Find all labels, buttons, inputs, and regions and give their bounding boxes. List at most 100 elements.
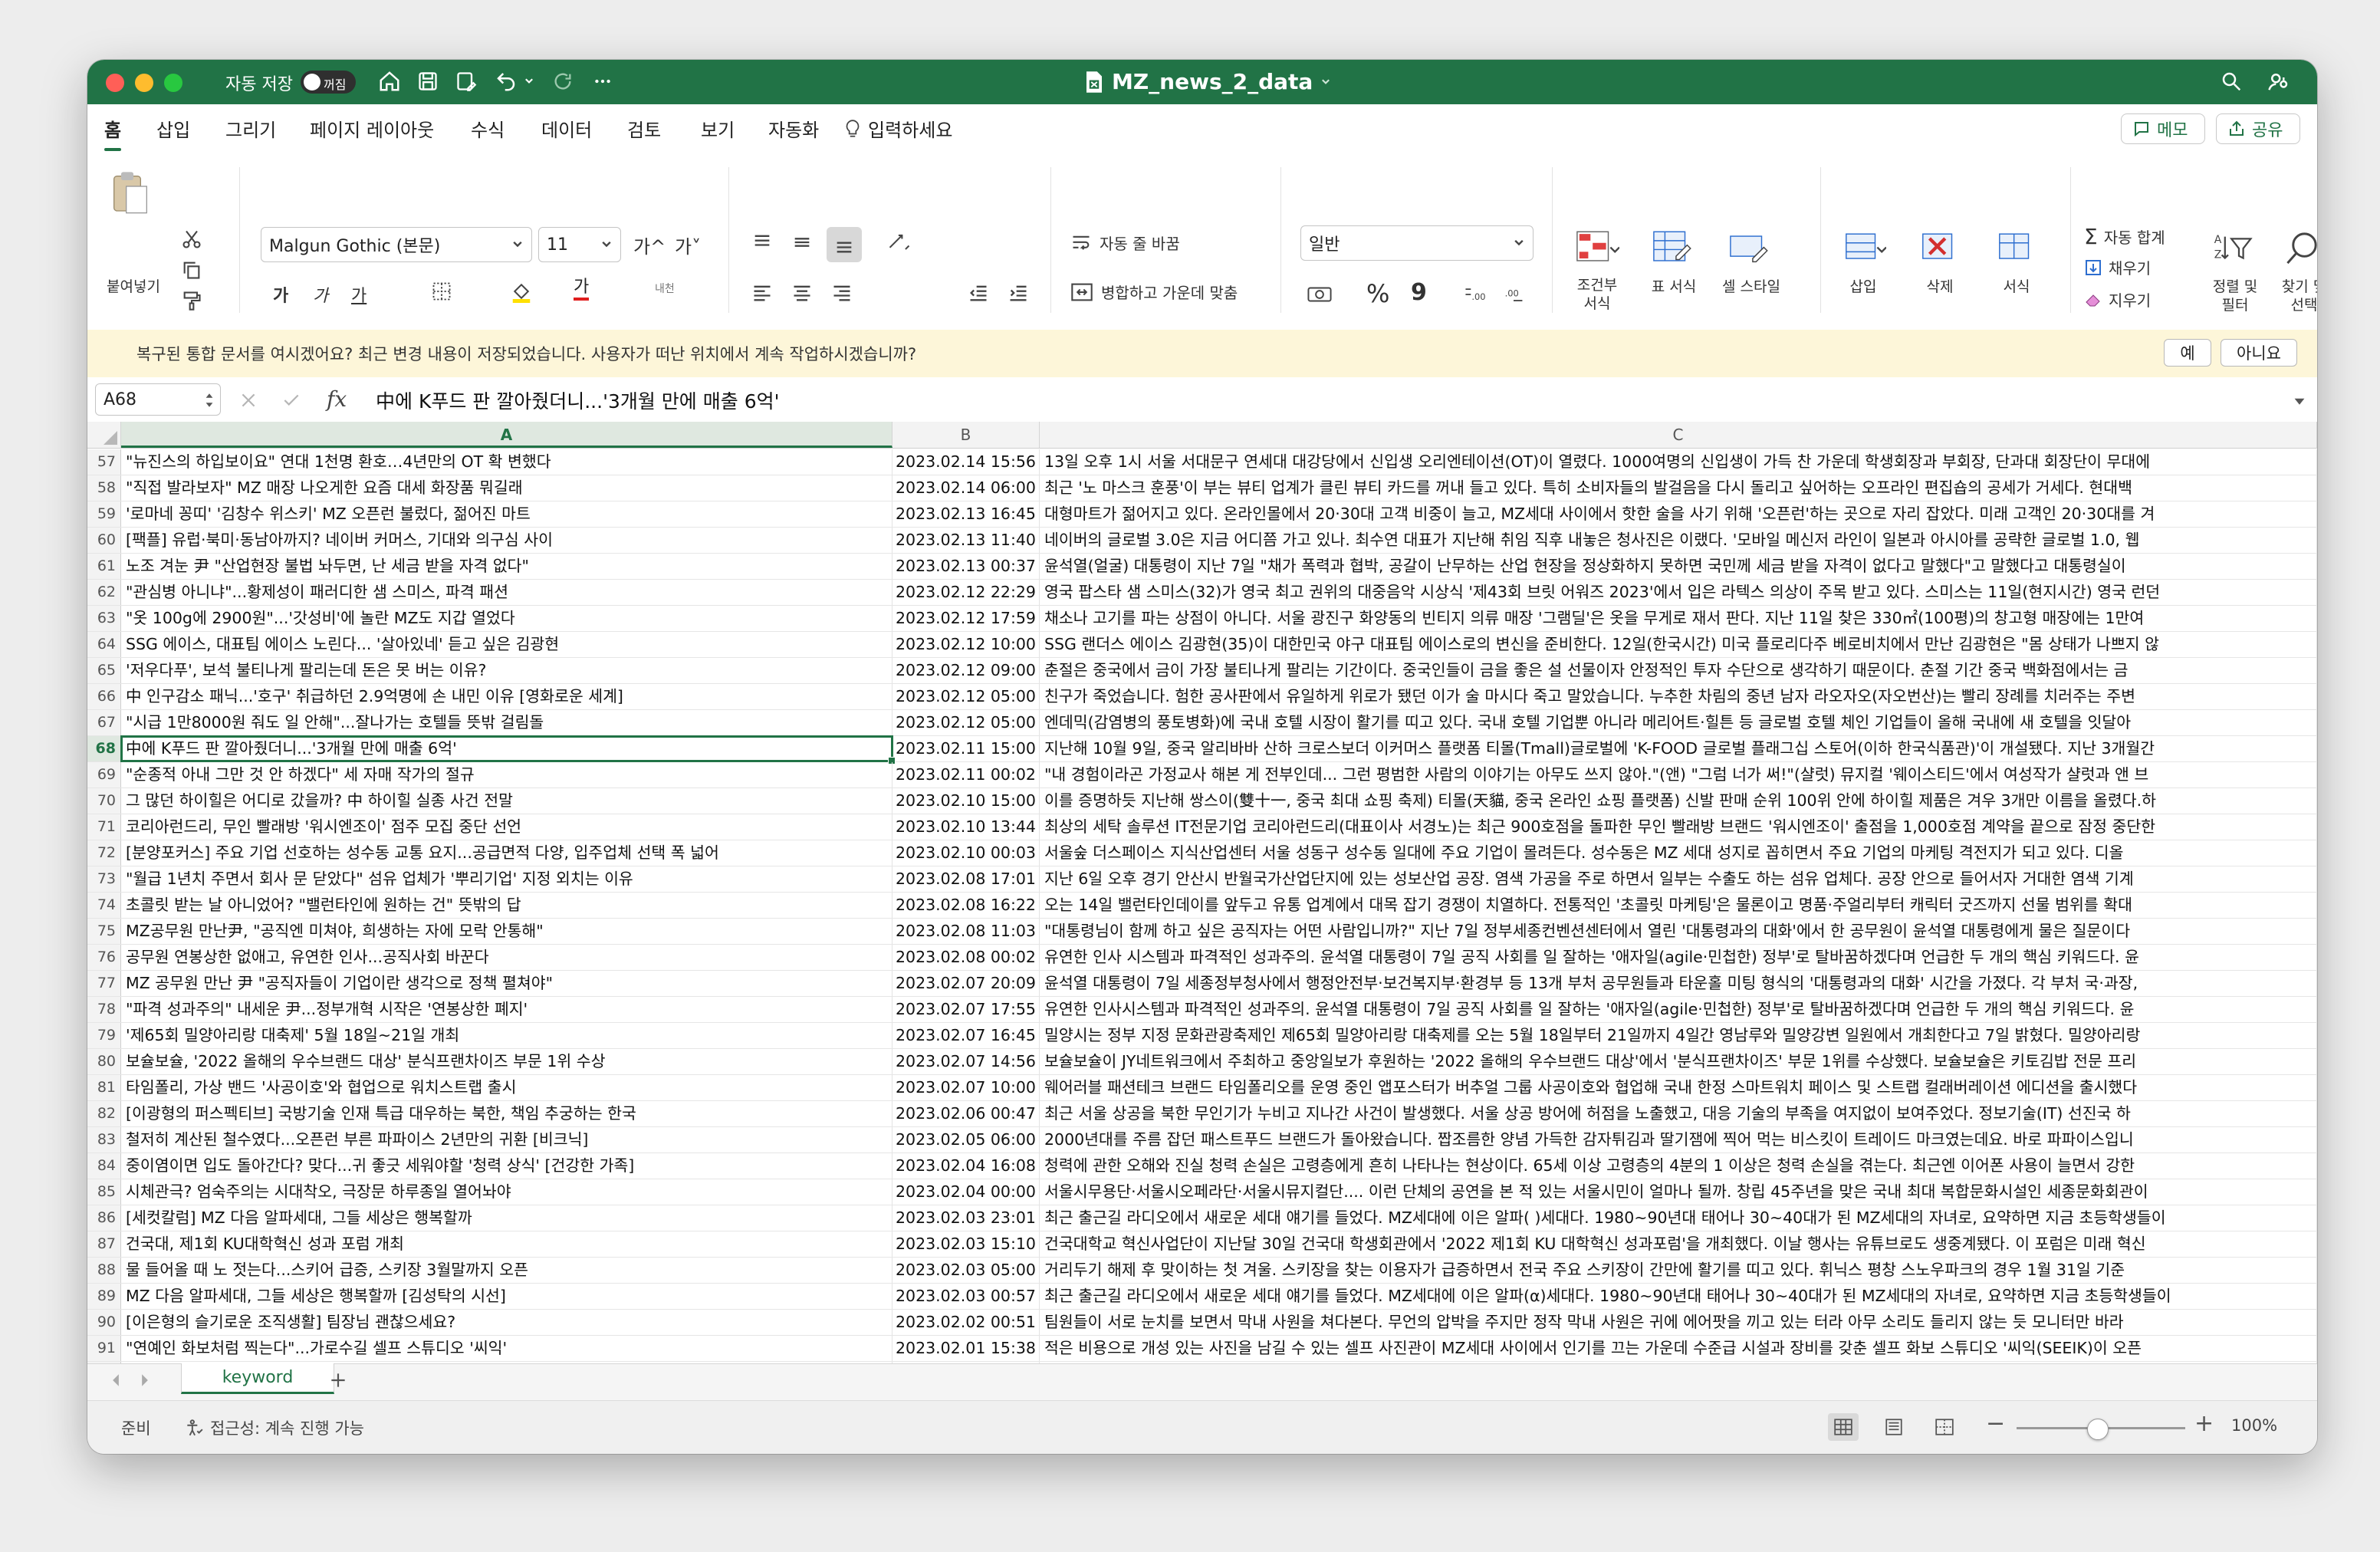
cell-content[interactable]: 보슐보슐이 JY네트워크에서 주최하고 중앙일보가 후원하는 '2022 올해의… [1040, 1049, 2317, 1074]
cell-title[interactable]: 中 인구감소 패닉...'호구' 취급하던 2.9억명에 손 내민 이유 [영화… [121, 684, 893, 709]
cell-styles-icon[interactable] [1724, 225, 1777, 271]
shrink-font-button[interactable]: 가˅ [675, 232, 701, 258]
next-sheet-icon[interactable] [133, 1369, 156, 1392]
recovery-yes-button[interactable]: 예 [2164, 339, 2211, 367]
cell-date[interactable]: 2023.02.11 15:00 [893, 736, 1040, 761]
cell-date[interactable]: 2023.02.10 15:00 [893, 788, 1040, 814]
cell-title[interactable]: "관심병 아니냐"...황제성이 패러디한 샘 스미스, 파격 패션 [121, 580, 893, 605]
cell-content[interactable]: 웨어러블 패션테크 브랜드 타임폴리오를 운영 중인 앱포스터가 버추얼 그룹 … [1040, 1075, 2317, 1100]
name-box[interactable]: A68 [95, 383, 221, 416]
underline-button[interactable]: 가 [351, 282, 367, 307]
sheet-tab-keyword[interactable]: keyword [181, 1363, 334, 1394]
cell-title[interactable]: 그 많던 하이힐은 어디로 갔을까? 中 하이힐 실종 사건 전말 [121, 788, 893, 814]
column-header-a[interactable]: A [121, 422, 893, 448]
row-header[interactable]: 83 [87, 1127, 121, 1152]
orientation-icon[interactable] [880, 227, 919, 258]
normal-view-icon[interactable] [1828, 1413, 1859, 1441]
cell-content[interactable]: 적은 비용으로 개성 있는 사진을 남길 수 있는 셀프 사진관이 MZ세대 사… [1040, 1336, 2317, 1361]
paste-icon[interactable] [107, 166, 153, 219]
row-header[interactable]: 91 [87, 1336, 121, 1361]
cell-date[interactable]: 2023.02.12 05:00 [893, 710, 1040, 735]
zoom-out-icon[interactable]: − [1986, 1410, 2005, 1437]
row-header[interactable]: 78 [87, 997, 121, 1022]
share-button[interactable]: 공유 [2216, 113, 2300, 144]
row-header[interactable]: 60 [87, 528, 121, 553]
cell-title[interactable]: 보슐보슐, '2022 올해의 우수브랜드 대상' 분식프랜차이즈 부문 1위 … [121, 1049, 893, 1074]
cell-date[interactable]: 2023.02.01 15:38 [893, 1336, 1040, 1361]
tab-review[interactable]: 검토 [627, 115, 661, 142]
cell-date[interactable]: 2023.02.07 17:55 [893, 997, 1040, 1022]
cell-content[interactable]: 이를 증명하듯 지난해 쌍스이(雙十一, 중국 최대 쇼핑 축제) 티몰(天貓,… [1040, 788, 2317, 814]
cell-date[interactable]: 2023.02.12 05:00 [893, 684, 1040, 709]
cell-date[interactable]: 2023.02.04 00:00 [893, 1179, 1040, 1205]
cell-title[interactable]: 中에 K푸드 판 깔아줬더니...'3개월 만에 매출 6억' [121, 736, 893, 761]
row-header[interactable]: 79 [87, 1023, 121, 1048]
cell-title[interactable]: "옷 100g에 2900원"...'갓성비'에 놀란 MZ도 지갑 열었다 [121, 606, 893, 631]
cell-title[interactable]: 공무원 연봉상한 없애고, 유연한 인사...공직사회 바꾼다 [121, 945, 893, 970]
row-header[interactable]: 68 [87, 736, 121, 761]
insert-cells-icon[interactable] [1837, 225, 1891, 271]
cell-title[interactable]: MZ 다음 알파세대, 그들 세상은 행복할까 [김성탁의 시선] [121, 1284, 893, 1309]
cell-date[interactable]: 2023.02.07 20:09 [893, 971, 1040, 996]
row-header[interactable]: 88 [87, 1258, 121, 1283]
tab-home[interactable]: 홈 [104, 115, 122, 151]
delete-cells-icon[interactable] [1914, 225, 1967, 271]
cell-title[interactable]: '제65회 밀양아리랑 대축제' 5월 18일~21일 개최 [121, 1023, 893, 1048]
cell-content[interactable]: 대형마트가 젊어지고 있다. 온라인몰에서 20·30대 고객 비중이 늘고, … [1040, 501, 2317, 527]
cell-content[interactable]: 최근 출근길 라디오에서 새로운 세대 얘기를 들었다. MZ세대에 이은 알파… [1040, 1205, 2317, 1231]
align-top-icon[interactable] [747, 227, 777, 258]
cell-content[interactable]: 유연한 인사시스템과 파격적인 성과주의. 윤석열 대통령이 7일 공직 사회를… [1040, 997, 2317, 1022]
add-sheet-icon[interactable] [319, 1367, 357, 1393]
cell-content[interactable]: 친구가 죽었습니다. 험한 공사판에서 유일하게 위로가 됐던 이가 술 마시다… [1040, 684, 2317, 709]
cell-title[interactable]: "월급 1년치 주면서 회사 문 닫았다" 섬유 업체가 '뿌리기업' 지정 외… [121, 866, 893, 892]
row-header[interactable]: 62 [87, 580, 121, 605]
row-header[interactable]: 80 [87, 1049, 121, 1074]
cell-content[interactable]: "내 경험이라곤 가정교사 해본 게 전부인데... 그런 평범한 사람의 이야… [1040, 762, 2317, 788]
tab-page-layout[interactable]: 페이지 레이아웃 [310, 115, 434, 142]
cell-content[interactable]: 서울시무용단·서울시오페라단·서울시뮤지컬단.... 이런 단체의 공연을 본 … [1040, 1179, 2317, 1205]
cell-content[interactable]: 오는 14일 밸런타인데이를 앞두고 유통 업계에서 대목 잡기 경쟁이 치열하… [1040, 893, 2317, 918]
percent-button[interactable]: % [1366, 279, 1389, 308]
align-center-icon[interactable] [787, 278, 817, 308]
comma-style-button[interactable]: 9 [1411, 279, 1427, 306]
conditional-formatting-icon[interactable] [1570, 225, 1624, 271]
tell-me-box[interactable]: 입력하세요 [843, 115, 952, 142]
close-window-button[interactable] [106, 74, 124, 92]
font-size-select[interactable]: 11 [538, 227, 621, 262]
copy-icon[interactable] [178, 256, 205, 284]
previous-sheet-icon[interactable] [104, 1369, 127, 1392]
cell-date[interactable]: 2023.02.04 16:08 [893, 1153, 1040, 1179]
cell-title[interactable]: 철저히 계산된 철수였다...오픈런 부른 파파이스 2년만의 귀환 [비크닉] [121, 1127, 893, 1152]
cell-date[interactable]: 2023.02.07 14:56 [893, 1049, 1040, 1074]
zoom-slider[interactable] [2017, 1419, 2185, 1440]
align-bottom-icon[interactable] [827, 227, 862, 262]
autosave-toggle[interactable]: 꺼짐 [301, 71, 356, 94]
cell-date[interactable]: 2023.02.14 15:56 [893, 449, 1040, 475]
cell-content[interactable]: 채소나 고기를 파는 상점이 아니다. 서울 광진구 화양동의 빈티지 의류 매… [1040, 606, 2317, 631]
increase-indent-icon[interactable] [1003, 278, 1034, 308]
cell-title[interactable]: "직접 발라보자" MZ 매장 나오게한 요즘 대세 화장품 뭐길래 [121, 475, 893, 501]
cell-title[interactable]: "시급 1만8000원 줘도 일 안해"...잘나가는 호텔들 뜻밖 걸림돌 [121, 710, 893, 735]
cell-title[interactable]: MZ공무원 만난尹, "공직엔 미쳐야, 희생하는 자에 모락 안통해" [121, 919, 893, 944]
row-header[interactable]: 57 [87, 449, 121, 475]
cell-date[interactable]: 2023.02.06 00:47 [893, 1101, 1040, 1126]
cell-content[interactable]: 윤석열 대통령이 7일 세종정부청사에서 행정안전부·보건복지부·환경부 등 1… [1040, 971, 2317, 996]
row-header[interactable]: 67 [87, 710, 121, 735]
align-right-icon[interactable] [827, 278, 857, 308]
cell-content[interactable]: 최근 '노 마스크 훈풍'이 부는 뷰티 업계가 클린 뷰티 카드를 꺼내 들고… [1040, 475, 2317, 501]
cell-content[interactable]: 윤석열(얼굴) 대통령이 지난 7일 "채가 폭력과 협박, 공갈이 난무하는 … [1040, 554, 2317, 579]
cell-date[interactable]: 2023.02.08 00:02 [893, 945, 1040, 970]
cell-date[interactable]: 2023.02.07 16:45 [893, 1023, 1040, 1048]
cell-content[interactable]: 건국대학교 혁신사업단이 지난달 30일 건국대 학생회관에서 '2022 제1… [1040, 1231, 2317, 1257]
cell-content[interactable]: 팀원들이 서로 눈치를 보면서 막내 사원을 쳐다본다. 무언의 압박을 주지만… [1040, 1310, 2317, 1335]
cell-date[interactable]: 2023.02.03 05:00 [893, 1258, 1040, 1283]
cell-date[interactable]: 2023.02.05 06:00 [893, 1127, 1040, 1152]
select-all-corner[interactable] [87, 422, 121, 448]
italic-button[interactable]: 가 [313, 282, 328, 307]
phonetic-button[interactable]: 내천 [655, 281, 675, 296]
cell-title[interactable]: [이광형의 퍼스펙티브] 국방기술 인재 특급 대우하는 북한, 책임 추궁하는… [121, 1101, 893, 1126]
cell-date[interactable]: 2023.02.08 17:01 [893, 866, 1040, 892]
cell-content[interactable]: 밀양시는 정부 지정 문화관광축제인 제65회 밀양아리랑 대축제를 오는 5월… [1040, 1023, 2317, 1048]
cell-date[interactable]: 2023.02.11 00:02 [893, 762, 1040, 788]
cell-date[interactable]: 2023.02.03 00:57 [893, 1284, 1040, 1309]
